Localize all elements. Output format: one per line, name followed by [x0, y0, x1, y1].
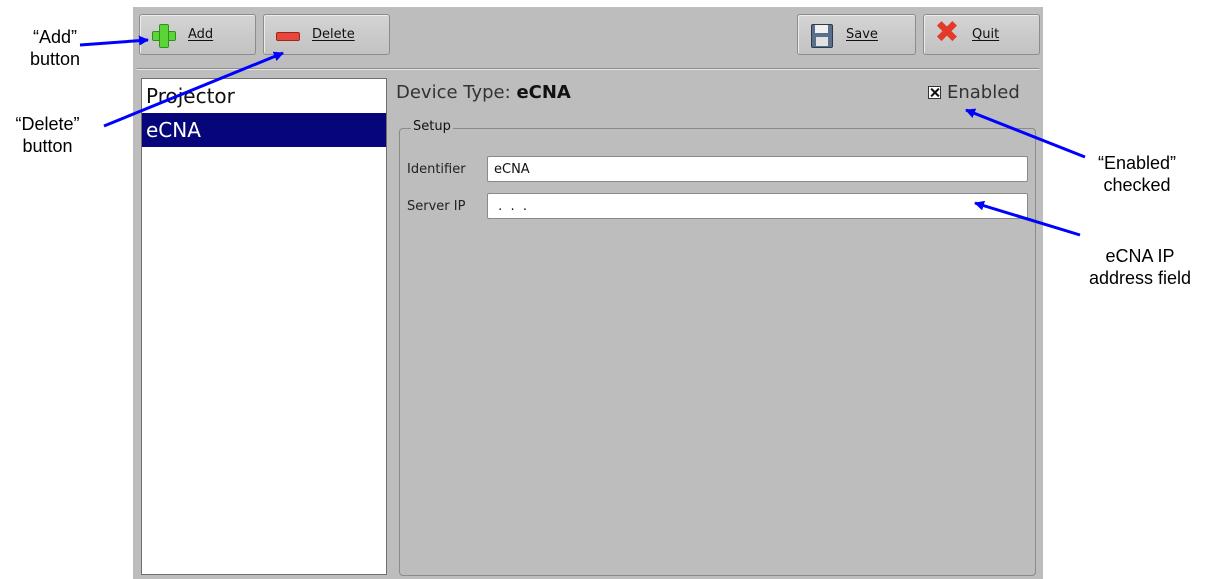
arrow-to-enabled-checkbox — [965, 108, 1086, 159]
annotation-arrows — [79, 35, 1086, 237]
arrow-to-add-button — [79, 35, 149, 47]
arrow-to-delete-button — [103, 51, 284, 128]
arrow-to-ip-field — [974, 200, 1081, 237]
